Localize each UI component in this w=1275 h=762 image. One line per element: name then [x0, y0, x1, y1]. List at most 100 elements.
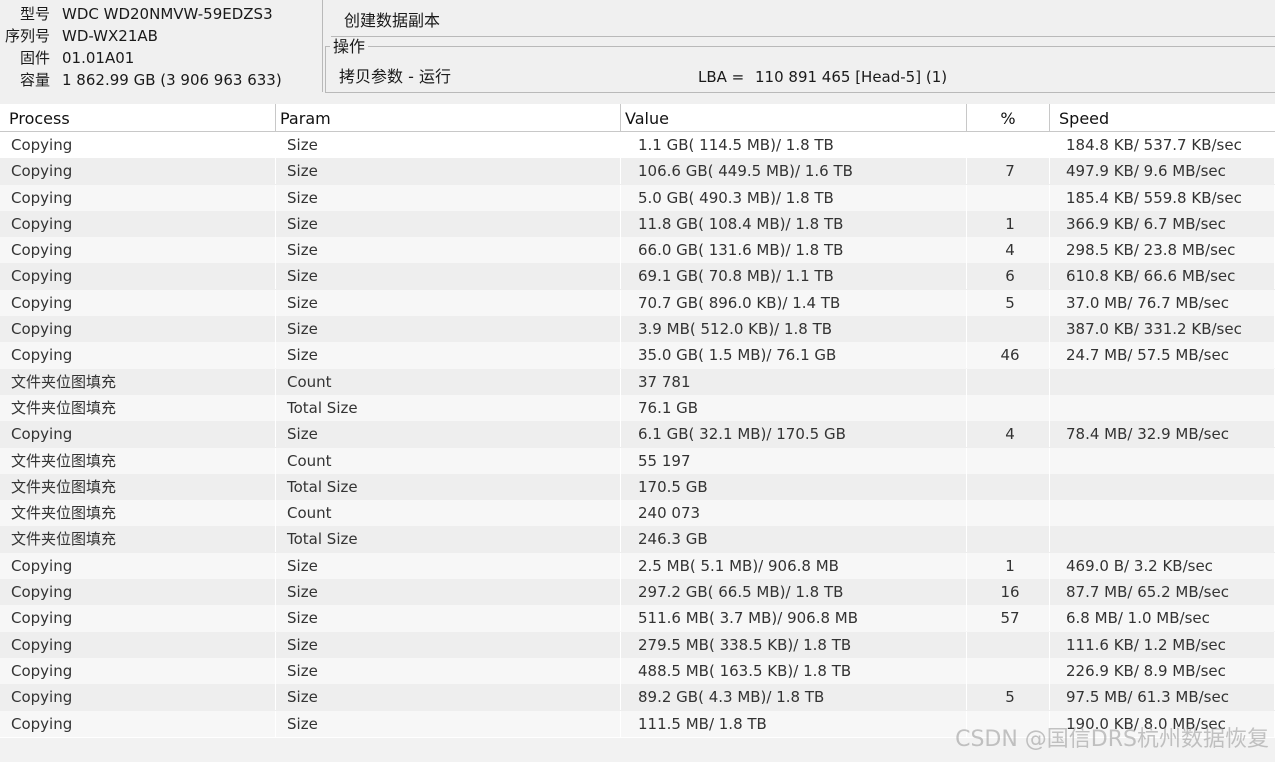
- param-cell: Size: [276, 631, 621, 658]
- speed-cell: 610.8 KB/ 66.6 MB/sec: [1050, 263, 1275, 290]
- process-cell: 文件夹位图填充: [0, 368, 276, 395]
- table-row[interactable]: 文件夹位图填充 Total Size 76.1 GB: [0, 394, 1275, 422]
- process-cell: Copying: [0, 605, 276, 632]
- table-row[interactable]: Copying Size 2.5 MB( 5.1 MB)/ 906.8 MB 1 469…: [0, 552, 1275, 580]
- column-header-param[interactable]: Param: [276, 104, 621, 131]
- process-cell: 文件夹位图填充: [0, 447, 276, 474]
- value-cell: 3.9 MB( 512.0 KB)/ 1.8 TB: [621, 316, 967, 343]
- speed-cell: [1050, 394, 1275, 421]
- speed-cell: [1050, 500, 1275, 527]
- process-cell: Copying: [0, 289, 276, 316]
- panel-divider: [322, 0, 323, 92]
- percent-cell: 6: [967, 263, 1050, 290]
- process-cell: Copying: [0, 421, 276, 448]
- lba-label: LBA =: [698, 68, 745, 86]
- param-cell: Size: [276, 132, 621, 158]
- percent-cell: [967, 526, 1050, 553]
- column-header-percent[interactable]: %: [967, 104, 1050, 131]
- param-cell: Size: [276, 342, 621, 369]
- percent-cell: [967, 368, 1050, 395]
- percent-cell: 46: [967, 342, 1050, 369]
- param-cell: Size: [276, 579, 621, 606]
- value-cell: 246.3 GB: [621, 526, 967, 553]
- task-divider: [331, 36, 1275, 37]
- percent-cell: 7: [967, 158, 1050, 185]
- percent-cell: 1: [967, 552, 1050, 579]
- param-cell: Total Size: [276, 526, 621, 553]
- table-row[interactable]: Copying Size 89.2 GB( 4.3 MB)/ 1.8 TB 5 97.5…: [0, 684, 1275, 711]
- table-row[interactable]: 文件夹位图填充 Count 240 073: [0, 500, 1275, 527]
- value-cell: 55 197: [621, 447, 967, 474]
- speed-cell: 6.8 MB/ 1.0 MB/sec: [1050, 605, 1275, 632]
- table-row[interactable]: Copying Size 3.9 MB( 512.0 KB)/ 1.8 TB 387.…: [0, 316, 1275, 343]
- firmware-value: 01.01A01: [62, 49, 135, 67]
- percent-cell: [967, 184, 1050, 211]
- param-cell: Size: [276, 684, 621, 711]
- process-cell: 文件夹位图填充: [0, 500, 276, 527]
- value-cell: 89.2 GB( 4.3 MB)/ 1.8 TB: [621, 684, 967, 711]
- value-cell: 511.6 MB( 3.7 MB)/ 906.8 MB: [621, 605, 967, 632]
- table-row[interactable]: Copying Size 279.5 MB( 338.5 KB)/ 1.8 TB 11…: [0, 631, 1275, 658]
- param-cell: Count: [276, 368, 621, 395]
- table-body: Copying Size 1.1 GB( 114.5 MB)/ 1.8 TB 184.…: [0, 132, 1275, 737]
- table-row[interactable]: Copying Size 70.7 GB( 896.0 KB)/ 1.4 TB 5 37…: [0, 289, 1275, 317]
- param-cell: Size: [276, 605, 621, 632]
- percent-cell: 5: [967, 289, 1050, 316]
- speed-cell: 97.5 MB/ 61.3 MB/sec: [1050, 684, 1275, 711]
- speed-cell: 226.9 KB/ 8.9 MB/sec: [1050, 657, 1275, 684]
- percent-cell: [967, 657, 1050, 684]
- table-row[interactable]: Copying Size 6.1 GB( 32.1 MB)/ 170.5 GB 4 78…: [0, 421, 1275, 448]
- table-row[interactable]: Copying Size 35.0 GB( 1.5 MB)/ 76.1 GB 46 24…: [0, 342, 1275, 369]
- table-row[interactable]: Copying Size 1.1 GB( 114.5 MB)/ 1.8 TB 184.…: [0, 132, 1275, 159]
- device-properties: 型号 WDC WD20NMVW-59EDZS3 序列号 WD-WX21AB 固件…: [0, 0, 318, 92]
- speed-cell: 184.8 KB/ 537.7 KB/sec: [1050, 132, 1275, 158]
- percent-cell: [967, 394, 1050, 421]
- capacity-row: 容量 1 862.99 GB (3 906 963 633): [0, 69, 318, 91]
- value-cell: 2.5 MB( 5.1 MB)/ 906.8 MB: [621, 552, 967, 579]
- table-row[interactable]: 文件夹位图填充 Count 37 781: [0, 368, 1275, 395]
- process-cell: Copying: [0, 657, 276, 684]
- table-row[interactable]: Copying Size 511.6 MB( 3.7 MB)/ 906.8 MB 57…: [0, 605, 1275, 632]
- param-cell: Count: [276, 500, 621, 527]
- column-header-value[interactable]: Value: [621, 104, 967, 131]
- value-cell: 111.5 MB/ 1.8 TB: [621, 710, 967, 737]
- table-row[interactable]: Copying Size 11.8 GB( 108.4 MB)/ 1.8 TB 1 36…: [0, 210, 1275, 238]
- operation-section-title: 操作: [330, 37, 369, 57]
- speed-cell: 366.9 KB/ 6.7 MB/sec: [1050, 210, 1275, 237]
- firmware-row: 固件 01.01A01: [0, 47, 318, 69]
- table-row[interactable]: Copying Size 297.2 GB( 66.5 MB)/ 1.8 TB 16 8…: [0, 579, 1275, 606]
- table-row[interactable]: Copying Size 66.0 GB( 131.6 MB)/ 1.8 TB 4 29…: [0, 237, 1275, 264]
- value-cell: 297.2 GB( 66.5 MB)/ 1.8 TB: [621, 579, 967, 606]
- table-row[interactable]: 文件夹位图填充 Total Size 246.3 GB: [0, 526, 1275, 553]
- serial-row: 序列号 WD-WX21AB: [0, 25, 318, 47]
- percent-cell: 4: [967, 421, 1050, 448]
- value-cell: 279.5 MB( 338.5 KB)/ 1.8 TB: [621, 631, 967, 658]
- param-cell: Count: [276, 447, 621, 474]
- column-header-speed[interactable]: Speed: [1050, 104, 1275, 131]
- table-row[interactable]: Copying Size 69.1 GB( 70.8 MB)/ 1.1 TB 6 610…: [0, 263, 1275, 290]
- process-table[interactable]: Process Param Value % Speed Copying Size 1…: [0, 104, 1275, 738]
- param-cell: Size: [276, 421, 621, 448]
- speed-cell: 298.5 KB/ 23.8 MB/sec: [1050, 237, 1275, 264]
- process-cell: 文件夹位图填充: [0, 394, 276, 421]
- table-header: Process Param Value % Speed: [0, 104, 1275, 132]
- value-cell: 70.7 GB( 896.0 KB)/ 1.4 TB: [621, 289, 967, 316]
- process-cell: Copying: [0, 316, 276, 343]
- value-cell: 11.8 GB( 108.4 MB)/ 1.8 TB: [621, 210, 967, 237]
- table-row[interactable]: 文件夹位图填充 Count 55 197: [0, 447, 1275, 474]
- percent-cell: [967, 631, 1050, 658]
- column-header-process[interactable]: Process: [0, 104, 276, 131]
- table-row[interactable]: Copying Size 488.5 MB( 163.5 KB)/ 1.8 TB 22…: [0, 657, 1275, 685]
- firmware-label: 固件: [19, 49, 50, 67]
- process-cell: Copying: [0, 210, 276, 237]
- percent-cell: [967, 447, 1050, 474]
- table-row[interactable]: Copying Size 5.0 GB( 490.3 MB)/ 1.8 TB 185.…: [0, 184, 1275, 211]
- operation-status: 拷贝参数 - 运行: [339, 67, 451, 86]
- param-cell: Size: [276, 289, 621, 316]
- value-cell: 69.1 GB( 70.8 MB)/ 1.1 TB: [621, 263, 967, 290]
- table-row[interactable]: Copying Size 106.6 GB( 449.5 MB)/ 1.6 TB 7 4…: [0, 158, 1275, 185]
- model-row: 型号 WDC WD20NMVW-59EDZS3: [0, 3, 318, 25]
- speed-cell: 78.4 MB/ 32.9 MB/sec: [1050, 421, 1275, 448]
- process-cell: 文件夹位图填充: [0, 473, 276, 500]
- table-row[interactable]: 文件夹位图填充 Total Size 170.5 GB: [0, 473, 1275, 501]
